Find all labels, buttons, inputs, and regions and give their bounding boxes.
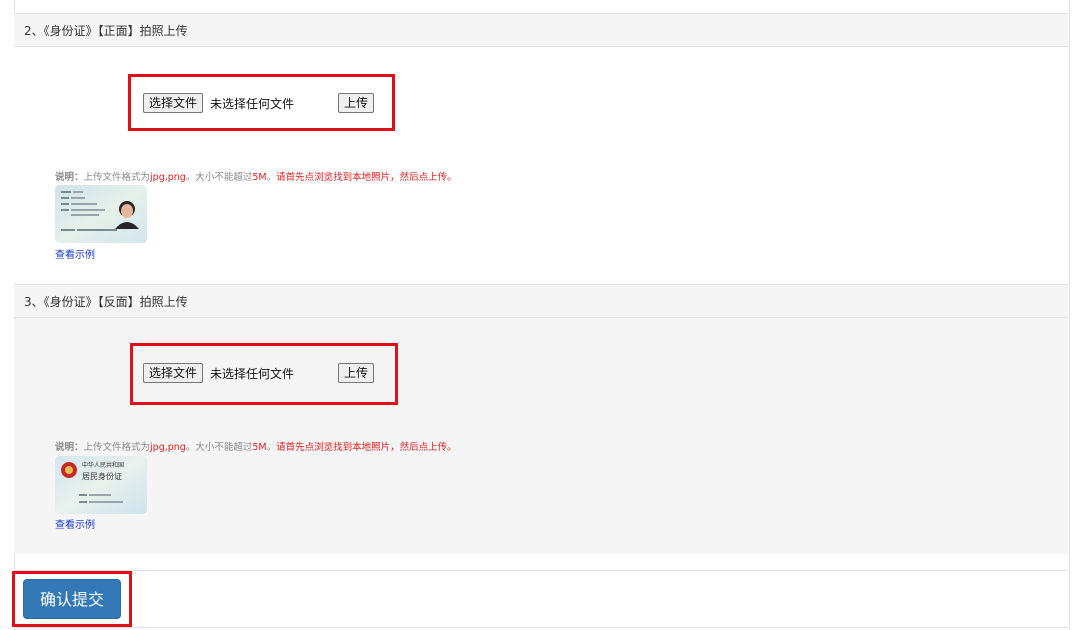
section-title-id-back: 3、《身份证》【反面】拍照上传 — [24, 295, 188, 309]
upload-note-back: 说明：上传文件格式为jpg,png。大小不能超过5M。请首先点浏览找到本地照片，… — [55, 442, 457, 453]
upload-button-back[interactable]: 上传 — [338, 363, 375, 383]
view-sample-link-front[interactable]: 查看示例 — [55, 246, 95, 261]
id-card-front-icon — [55, 185, 147, 243]
no-file-text-front: 未选择任何文件 — [210, 97, 295, 111]
upload-note-front: 说明：上传文件格式为jpg,png。大小不能超过5M。请首先点浏览找到本地照片，… — [55, 172, 457, 183]
upload-button-front[interactable]: 上传 — [338, 93, 375, 113]
section-header-id-back: 3、《身份证》【反面】拍照上传 — [14, 284, 1068, 318]
section-title-id-front: 2、《身份证》【正面】拍照上传 — [24, 24, 188, 38]
id-card-back-icon: 中华人民共和国 居民身份证 — [55, 456, 147, 514]
card-title-line2: 居民身份证 — [82, 471, 122, 481]
footer-divider — [14, 570, 1068, 571]
section-body-id-back: 选择文件 未选择任何文件 上传 说明：上传文件格式为jpg,png。大小不能超过… — [14, 318, 1068, 554]
choose-file-button-back[interactable]: 选择文件 — [143, 363, 204, 383]
no-file-text-back: 未选择任何文件 — [210, 367, 295, 381]
view-sample-link-back[interactable]: 查看示例 — [55, 516, 95, 531]
choose-file-button-front[interactable]: 选择文件 — [143, 93, 204, 113]
id-front-sample-image[interactable] — [55, 185, 147, 243]
card-title-line1: 中华人民共和国 — [82, 461, 124, 469]
section-header-id-front: 2、《身份证》【正面】拍照上传 — [14, 13, 1068, 47]
footer-bottom-border — [14, 627, 1068, 628]
section-body-id-front: 选择文件 未选择任何文件 上传 说明：上传文件格式为jpg,png。大小不能超过… — [14, 47, 1068, 285]
confirm-submit-button[interactable]: 确认提交 — [23, 579, 121, 619]
id-back-sample-image[interactable]: 中华人民共和国 居民身份证 — [55, 456, 147, 514]
